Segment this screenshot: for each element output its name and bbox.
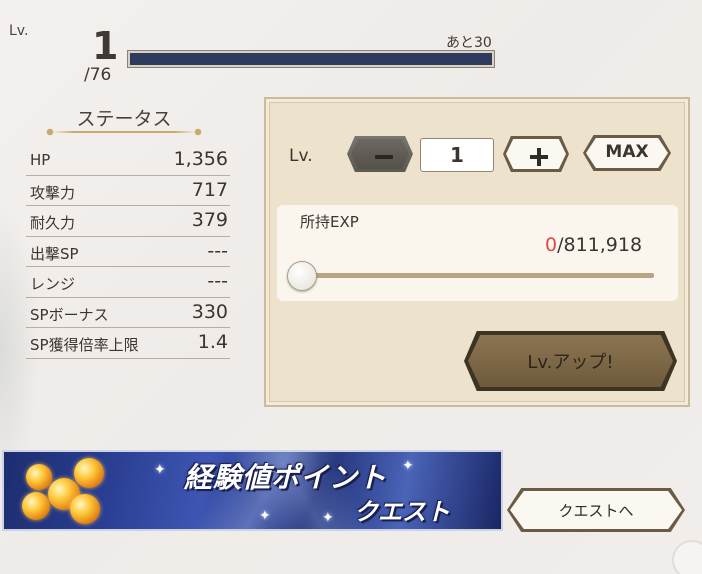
stat-value: 1.4 (197, 331, 228, 353)
stat-name: SP獲得倍率上限 (30, 336, 139, 354)
stat-row-hp: HP 1,356 (26, 145, 230, 176)
orb-icon (22, 492, 50, 520)
stat-row-sortie-sp: 出撃SP --- (26, 237, 230, 267)
stat-name: 攻撃力 (30, 183, 76, 202)
owned-exp-value: 0/811,918 (545, 234, 642, 256)
owned-exp-label: 所持EXP (300, 213, 359, 231)
stat-value: 330 (191, 300, 228, 323)
max-level: /76 (84, 65, 112, 85)
status-list: HP 1,356 攻撃力 717 耐久力 379 出撃SP --- レンジ --… (26, 145, 230, 359)
level-exp-bar (128, 51, 494, 67)
stat-name: レンジ (30, 275, 76, 293)
stat-row-sp-bonus: SPボーナス 330 (26, 298, 230, 328)
max-level-button[interactable]: MAX (583, 135, 671, 171)
status-title: ステータス (76, 108, 172, 130)
orb-icon (74, 458, 104, 488)
orb-icon (26, 464, 52, 490)
banner-title-line2: クエスト (354, 498, 450, 526)
decrease-level-button[interactable] (347, 136, 413, 172)
current-level: 1 (92, 24, 119, 68)
orb-icon (70, 494, 100, 524)
go-to-quest-button[interactable]: クエストへ (507, 488, 685, 532)
exp-slider-track[interactable] (302, 273, 654, 278)
level-input[interactable]: 1 (420, 138, 494, 172)
stat-row-attack: 攻撃力 717 (26, 176, 230, 206)
stat-value: --- (207, 239, 228, 262)
exp-quest-banner[interactable]: ✦ ✦ ✦ ✦ 経験値ポイント クエスト (2, 450, 503, 531)
level-up-button[interactable]: Lv.アップ! (464, 331, 677, 391)
sparkle-icon: ✦ (259, 508, 271, 524)
plus-icon (506, 139, 566, 169)
sparkle-icon: ✦ (322, 510, 334, 526)
stat-row-defense: 耐久力 379 (26, 206, 230, 237)
exp-slider-knob[interactable] (287, 261, 317, 291)
stat-value: 1,356 (173, 148, 228, 170)
sparkle-icon: ✦ (154, 462, 166, 478)
status-ornament (44, 128, 204, 136)
stat-value: --- (207, 270, 228, 292)
max-level-button-label: MAX (605, 142, 649, 162)
level-up-button-label: Lv.アップ! (527, 352, 614, 373)
stat-row-sp-rate-cap: SP獲得倍率上限 1.4 (26, 328, 230, 359)
stat-row-range: レンジ --- (26, 267, 230, 298)
stat-value: 717 (191, 178, 228, 201)
exp-total: /811,918 (557, 234, 643, 256)
go-to-quest-button-label: クエストへ (558, 502, 634, 520)
stat-name: 出撃SP (30, 244, 79, 263)
sparkle-icon: ✦ (402, 458, 414, 474)
level-prefix: Lv. (9, 23, 29, 39)
stat-name: SPボーナス (30, 305, 109, 324)
exp-remaining: あと30 (446, 35, 492, 51)
levelup-lv-label: Lv. (289, 146, 313, 166)
stat-value: 379 (191, 209, 228, 231)
banner-title-line1: 経験値ポイント (184, 461, 388, 494)
stat-name: 耐久力 (30, 214, 76, 232)
minus-icon (351, 139, 409, 169)
exp-current: 0 (545, 234, 558, 256)
stat-name: HP (30, 151, 51, 169)
corner-decoration (672, 540, 702, 574)
increase-level-button[interactable] (503, 136, 569, 172)
